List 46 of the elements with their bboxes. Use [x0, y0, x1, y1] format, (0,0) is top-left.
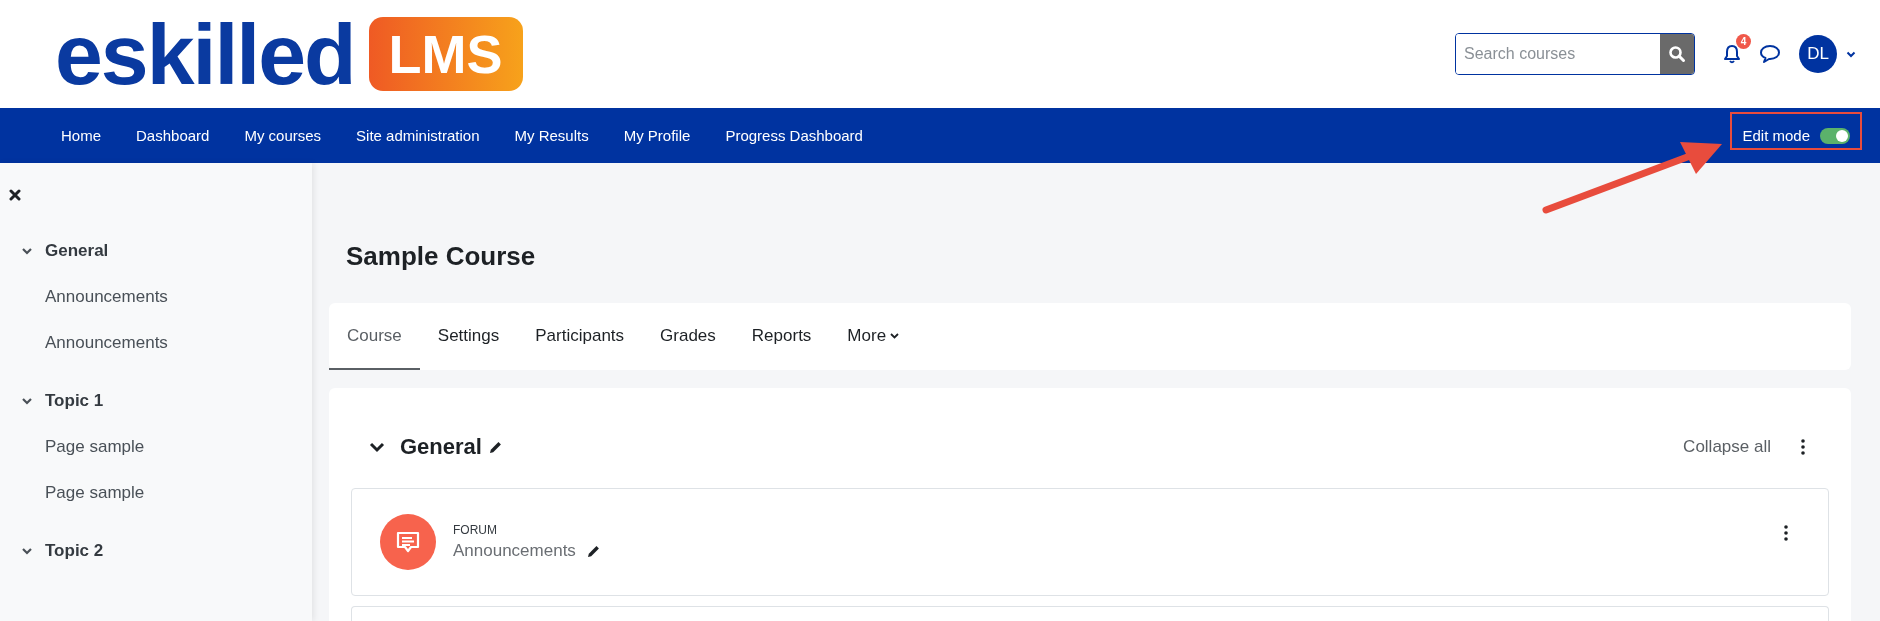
bell-icon[interactable]	[1723, 44, 1741, 64]
nav-link[interactable]: My courses	[244, 127, 322, 144]
speech-bubble-icon[interactable]	[1759, 44, 1781, 64]
drawer-item[interactable]: Announcements	[0, 287, 312, 307]
nav-link[interactable]: Site administration	[356, 127, 480, 144]
chevron-down-icon[interactable]	[21, 395, 33, 407]
course-tab[interactable]: Course	[329, 303, 420, 370]
forum-icon	[380, 514, 436, 570]
pencil-icon[interactable]	[487, 439, 503, 455]
caret-icon[interactable]	[1846, 50, 1856, 58]
section-title: General	[400, 434, 482, 460]
activity-link[interactable]: Announcements	[453, 541, 576, 561]
search-icon	[1668, 45, 1686, 63]
drawer-item[interactable]: Page sample	[0, 437, 312, 457]
drawer-item[interactable]: Announcements	[0, 333, 312, 353]
course-tab[interactable]: Reports	[733, 303, 830, 370]
edit-mode-label: Edit mode	[1742, 127, 1810, 144]
search-button[interactable]	[1660, 34, 1694, 74]
nav-link[interactable]: My Results	[514, 127, 589, 144]
drawer-section-title[interactable]: General	[45, 241, 109, 261]
search-field[interactable]: Search courses	[1455, 33, 1695, 75]
course-tab[interactable]: More	[829, 303, 918, 370]
course-title: Sample Course	[346, 242, 537, 270]
course-tab[interactable]: Settings	[419, 303, 518, 370]
nav-link[interactable]: Progress Dashboard	[725, 127, 863, 144]
notification-count: 4	[1736, 34, 1751, 49]
edit-mode-toggle[interactable]	[1820, 127, 1850, 144]
course-tab[interactable]: Participants	[517, 303, 643, 370]
course-tab[interactable]: Grades	[642, 303, 734, 370]
nav-link[interactable]: Home	[61, 127, 101, 144]
user-avatar[interactable]: DL	[1799, 35, 1837, 73]
activity-type: FORUM	[453, 523, 498, 537]
pencil-icon[interactable]	[585, 543, 601, 559]
logo-wordmark: eskilled	[55, 11, 355, 97]
drawer-item[interactable]: Page sample	[0, 483, 312, 503]
kebab-menu-icon[interactable]	[1784, 525, 1788, 541]
close-icon[interactable]	[9, 189, 21, 201]
chevron-down-icon[interactable]	[21, 545, 33, 557]
logo-badge: LMS	[368, 17, 523, 91]
kebab-menu-icon[interactable]	[1801, 439, 1805, 455]
chevron-down-icon[interactable]	[21, 245, 33, 257]
drawer-section-title[interactable]: Topic 1	[45, 391, 104, 411]
collapse-all-link[interactable]: Collapse all	[1683, 437, 1771, 457]
drawer-section-title[interactable]: Topic 2	[45, 541, 104, 561]
nav-link[interactable]: My Profile	[623, 127, 691, 144]
nav-link[interactable]: Dashboard	[136, 127, 210, 144]
